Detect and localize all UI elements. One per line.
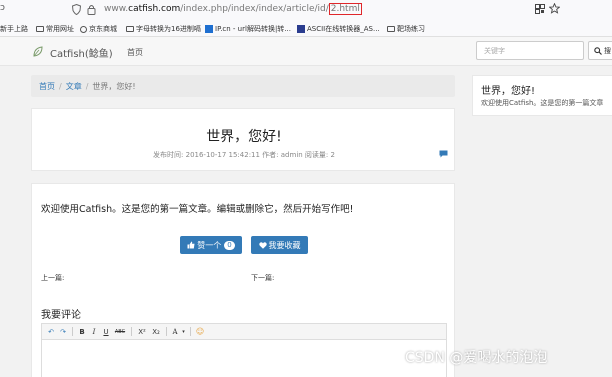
article-header-card: 世界，您好! 发布时间: 2016-10-17 15:42:11 作者: adm… bbox=[31, 108, 455, 171]
leaf-logo-icon[interactable] bbox=[33, 46, 43, 57]
lock-icon[interactable] bbox=[87, 4, 96, 15]
toolbar-divider bbox=[190, 327, 191, 336]
globe-icon bbox=[80, 25, 87, 33]
bookmark-label: 京东商城 bbox=[89, 25, 117, 33]
url-prefix: www. bbox=[104, 4, 129, 14]
bookmark-item[interactable]: IP.cn - url解码转换|转... bbox=[205, 24, 291, 34]
article-content: 欢迎使用Catfish。这是您的第一篇文章。编辑或删除它，然后开始写作吧! bbox=[41, 204, 354, 215]
comment-bubble-icon[interactable] bbox=[439, 150, 448, 158]
ascii-icon bbox=[297, 25, 305, 33]
bookmark-item[interactable]: 京东商城 bbox=[80, 24, 117, 34]
article-meta: 发布时间: 2016-10-17 15:42:11 作者: admin 阅读量:… bbox=[153, 151, 335, 159]
bookmark-label: 新手上路 bbox=[0, 25, 28, 33]
site-brand[interactable]: Catfish(鲶鱼) bbox=[50, 45, 113, 60]
emoji-icon[interactable]: ☺ bbox=[195, 326, 205, 338]
search-icon bbox=[594, 46, 602, 55]
browser-url-bar: ↄ www. catfish.com/index.php/index/index/… bbox=[0, 0, 612, 19]
toolbar-divider bbox=[72, 327, 73, 336]
bookmark-label: ASCII在线转换器_AS... bbox=[307, 25, 380, 33]
article-body-card: 欢迎使用Catfish。这是您的第一篇文章。编辑或删除它，然后开始写作吧! 赞一… bbox=[31, 183, 455, 377]
like-count-badge: 0 bbox=[224, 240, 235, 250]
breadcrumb-home[interactable]: 首页 bbox=[39, 81, 55, 92]
bookmark-item[interactable]: 新手上路 bbox=[0, 24, 28, 34]
address-input[interactable]: www. catfish.com/index.php/index/index/ar… bbox=[104, 3, 362, 15]
bookmark-item[interactable]: 常用网址 bbox=[36, 24, 74, 34]
like-label: 赞一个 bbox=[197, 240, 222, 250]
url-highlight: 2.html bbox=[328, 3, 362, 15]
bookmark-label: 字母转换为16进制嗝 bbox=[136, 25, 201, 33]
folder-icon bbox=[387, 26, 395, 32]
search-placeholder: 关键字 bbox=[484, 47, 505, 55]
search-button-label: 搜 bbox=[604, 46, 611, 55]
bold-button[interactable]: B bbox=[77, 326, 87, 338]
like-button[interactable]: 赞一个 0 bbox=[180, 236, 242, 254]
ip-icon bbox=[205, 25, 213, 33]
italic-button[interactable]: I bbox=[89, 326, 99, 338]
dropdown-caret-icon[interactable]: ▾ bbox=[181, 326, 186, 338]
toolbar-divider bbox=[131, 327, 132, 336]
bookmark-label: 常用网址 bbox=[46, 25, 74, 33]
breadcrumb: 首页 / 文章 / 世界，您好! bbox=[31, 75, 455, 97]
url-domain: catfish.com bbox=[128, 4, 181, 14]
site-navbar: Catfish(鲶鱼) 首页 关键字 搜 bbox=[0, 37, 612, 66]
article-title: 世界，您好! bbox=[206, 129, 282, 145]
nav-home-link[interactable]: 首页 bbox=[127, 47, 143, 58]
folder-icon bbox=[126, 26, 134, 32]
search-input[interactable]: 关键字 bbox=[476, 41, 584, 60]
bookmark-label: 靶场练习 bbox=[397, 25, 425, 33]
breadcrumb-separator: / bbox=[85, 81, 89, 91]
sidebar-card: 世界，您好! 欢迎使用Catfish。这是您的第一篇文章 bbox=[472, 75, 612, 116]
comments-heading: 我要评论 bbox=[41, 310, 81, 321]
url-path: /index.php/index/index/article/id/ bbox=[180, 4, 329, 14]
bookmark-star-icon[interactable] bbox=[549, 3, 560, 14]
bookmark-label: IP.cn - url解码转换|转... bbox=[215, 25, 291, 33]
qr-code-icon[interactable] bbox=[535, 4, 545, 14]
undo-icon[interactable]: ↶ bbox=[46, 326, 56, 338]
subscript-button[interactable]: X₂ bbox=[150, 326, 162, 338]
shield-icon[interactable] bbox=[72, 4, 81, 15]
editor-toolbar: ↶ ↷ B I U ABC X² X₂ A ▾ ☺ bbox=[42, 324, 446, 340]
thumbs-up-icon bbox=[187, 241, 195, 249]
superscript-button[interactable]: X² bbox=[136, 326, 148, 338]
favorite-label: 我要收藏 bbox=[268, 240, 301, 250]
font-color-button[interactable]: A bbox=[171, 326, 179, 338]
toolbar-divider bbox=[166, 327, 167, 336]
prev-article-label[interactable]: 上一篇: bbox=[41, 273, 64, 283]
breadcrumb-category[interactable]: 文章 bbox=[66, 81, 82, 92]
bookmarks-bar: 新手上路 常用网址 京东商城 字母转换为16进制嗝 IP.cn - url解码转… bbox=[0, 19, 612, 37]
folder-icon bbox=[36, 26, 44, 32]
heart-icon bbox=[258, 241, 267, 249]
comment-editor[interactable]: ↶ ↷ B I U ABC X² X₂ A ▾ ☺ bbox=[41, 323, 447, 377]
sidebar-text: 欢迎使用Catfish。这是您的第一篇文章 bbox=[481, 99, 604, 107]
breadcrumb-separator: / bbox=[59, 81, 62, 91]
bookmark-item[interactable]: 字母转换为16进制嗝 bbox=[126, 24, 201, 34]
search-button[interactable]: 搜 bbox=[588, 41, 612, 60]
bookmark-item[interactable]: 靶场练习 bbox=[387, 24, 425, 34]
bookmark-item[interactable]: ASCII在线转换器_AS... bbox=[297, 24, 380, 34]
breadcrumb-current: 世界，您好! bbox=[92, 81, 136, 91]
redo-icon[interactable]: ↷ bbox=[58, 326, 68, 338]
sidebar-title: 世界，您好! bbox=[481, 86, 536, 97]
favorite-button[interactable]: 我要收藏 bbox=[251, 236, 308, 254]
next-article-label[interactable]: 下一篇: bbox=[251, 273, 274, 283]
underline-button[interactable]: U bbox=[101, 326, 111, 338]
csdn-watermark: CSDN @爱喝水的泡泡 bbox=[405, 350, 548, 366]
strikethrough-button[interactable]: ABC bbox=[113, 326, 127, 338]
back-arrow-icon[interactable]: ↄ bbox=[0, 3, 5, 13]
